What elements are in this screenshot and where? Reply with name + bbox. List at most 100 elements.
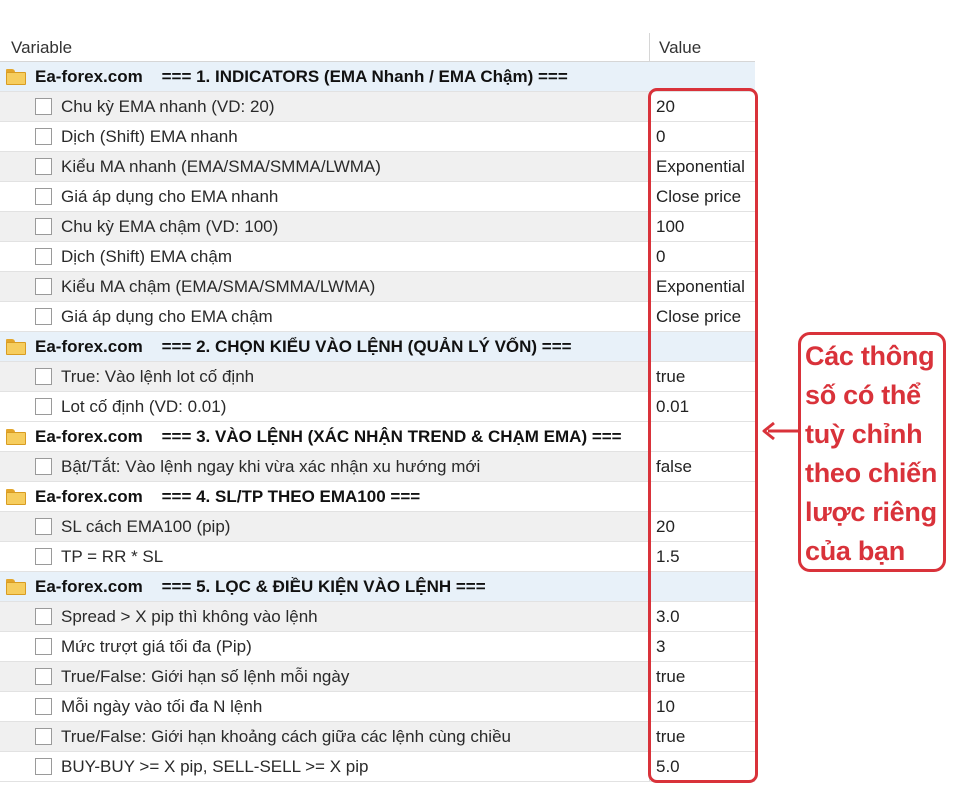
variable-label: Kiểu MA nhanh (EMA/SMA/SMMA/LWMA): [61, 156, 381, 176]
row-checkbox[interactable]: [35, 758, 52, 775]
inputs-table: Variable Value Ea-forex.com === 1. INDIC…: [0, 33, 755, 782]
arrow-left-icon: [762, 421, 798, 441]
variable-label: Lot cố định (VD: 0.01): [61, 396, 227, 416]
group-header-row[interactable]: Ea-forex.com === 3. VÀO LỆNH (XÁC NHẬN T…: [0, 422, 755, 452]
table-row[interactable]: Bật/Tắt: Vào lệnh ngay khi vừa xác nhận …: [0, 452, 755, 482]
folder-icon: [6, 338, 28, 355]
callout-box: Các thông số có thể tuỳ chỉnh theo chiến…: [798, 332, 946, 572]
row-checkbox[interactable]: [35, 98, 52, 115]
callout-line: tuỳ chỉnh: [805, 419, 923, 449]
folder-icon: [6, 428, 28, 445]
row-checkbox[interactable]: [35, 518, 52, 535]
variable-cell: Bật/Tắt: Vào lệnh ngay khi vừa xác nhận …: [0, 452, 650, 481]
variable-label: Mỗi ngày vào tối đa N lệnh: [61, 696, 263, 716]
callout-line: theo chiến: [805, 458, 938, 488]
table-header: Variable Value: [0, 33, 755, 62]
callout-line: Các thông: [805, 341, 935, 371]
group-title: Ea-forex.com === 5. LỌC & ĐIỀU KIỆN VÀO …: [35, 576, 486, 596]
variable-cell: Mỗi ngày vào tối đa N lệnh: [0, 692, 650, 721]
variable-label: SL cách EMA100 (pip): [61, 516, 231, 536]
table-row[interactable]: Mức trượt giá tối đa (Pip) 3: [0, 632, 755, 662]
variable-cell: Giá áp dụng cho EMA nhanh: [0, 182, 650, 211]
variable-cell: True: Vào lệnh lot cố định: [0, 362, 650, 391]
group-title: Ea-forex.com === 1. INDICATORS (EMA Nhan…: [35, 66, 568, 86]
variable-label: Mức trượt giá tối đa (Pip): [61, 636, 252, 656]
group-title: Ea-forex.com === 3. VÀO LỆNH (XÁC NHẬN T…: [35, 426, 622, 446]
variable-label: True/False: Giới hạn khoảng cách giữa cá…: [61, 726, 511, 746]
column-header-value[interactable]: Value: [650, 33, 755, 61]
table-row[interactable]: SL cách EMA100 (pip) 20: [0, 512, 755, 542]
variable-label: BUY-BUY >= X pip, SELL-SELL >= X pip: [61, 756, 369, 776]
table-row[interactable]: Spread > X pip thì không vào lệnh 3.0: [0, 602, 755, 632]
table-row[interactable]: Lot cố định (VD: 0.01) 0.01: [0, 392, 755, 422]
table-row[interactable]: Dịch (Shift) EMA nhanh 0: [0, 122, 755, 152]
row-checkbox[interactable]: [35, 368, 52, 385]
variable-cell: Dịch (Shift) EMA nhanh: [0, 122, 650, 151]
variable-label: Dịch (Shift) EMA chậm: [61, 246, 232, 266]
variable-label: Chu kỳ EMA nhanh (VD: 20): [61, 96, 275, 116]
folder-icon: [6, 488, 28, 505]
table-row[interactable]: Giá áp dụng cho EMA chậm Close price: [0, 302, 755, 332]
table-row[interactable]: True: Vào lệnh lot cố định true: [0, 362, 755, 392]
group-title: Ea-forex.com === 2. CHỌN KIỂU VÀO LỆNH (…: [35, 336, 572, 356]
row-checkbox[interactable]: [35, 218, 52, 235]
group-header-row[interactable]: Ea-forex.com === 2. CHỌN KIỂU VÀO LỆNH (…: [0, 332, 755, 362]
row-checkbox[interactable]: [35, 308, 52, 325]
table-row[interactable]: Chu kỳ EMA chậm (VD: 100) 100: [0, 212, 755, 242]
row-checkbox[interactable]: [35, 188, 52, 205]
variable-label: TP = RR * SL: [61, 546, 164, 566]
row-checkbox[interactable]: [35, 458, 52, 475]
variable-cell: Lot cố định (VD: 0.01): [0, 392, 650, 421]
row-checkbox[interactable]: [35, 638, 52, 655]
variable-cell: Chu kỳ EMA nhanh (VD: 20): [0, 92, 650, 121]
variable-cell: SL cách EMA100 (pip): [0, 512, 650, 541]
variable-cell: Spread > X pip thì không vào lệnh: [0, 602, 650, 631]
row-checkbox[interactable]: [35, 398, 52, 415]
group-header-row[interactable]: Ea-forex.com === 5. LỌC & ĐIỀU KIỆN VÀO …: [0, 572, 755, 602]
row-checkbox[interactable]: [35, 698, 52, 715]
table-row[interactable]: Kiểu MA chậm (EMA/SMA/SMMA/LWMA) Exponent…: [0, 272, 755, 302]
variable-label: Giá áp dụng cho EMA nhanh: [61, 186, 279, 206]
variable-label: Dịch (Shift) EMA nhanh: [61, 126, 238, 146]
row-checkbox[interactable]: [35, 608, 52, 625]
value-column-highlight-box: [648, 88, 758, 783]
group-header-row[interactable]: Ea-forex.com === 4. SL/TP THEO EMA100 ==…: [0, 482, 755, 512]
row-checkbox[interactable]: [35, 668, 52, 685]
row-checkbox[interactable]: [35, 548, 52, 565]
table-row[interactable]: True/False: Giới hạn số lệnh mỗi ngày tru…: [0, 662, 755, 692]
variable-label: True: Vào lệnh lot cố định: [61, 366, 255, 386]
group-header-row[interactable]: Ea-forex.com === 1. INDICATORS (EMA Nhan…: [0, 62, 755, 92]
variable-label: True/False: Giới hạn số lệnh mỗi ngày: [61, 666, 350, 686]
table-row[interactable]: Giá áp dụng cho EMA nhanh Close price: [0, 182, 755, 212]
variable-cell: Chu kỳ EMA chậm (VD: 100): [0, 212, 650, 241]
variable-label: Spread > X pip thì không vào lệnh: [61, 606, 318, 626]
variable-cell: Kiểu MA nhanh (EMA/SMA/SMMA/LWMA): [0, 152, 650, 181]
table-row[interactable]: True/False: Giới hạn khoảng cách giữa cá…: [0, 722, 755, 752]
variable-cell: Kiểu MA chậm (EMA/SMA/SMMA/LWMA): [0, 272, 650, 301]
variable-cell: TP = RR * SL: [0, 542, 650, 571]
table-row[interactable]: Dịch (Shift) EMA chậm 0: [0, 242, 755, 272]
variable-cell: Giá áp dụng cho EMA chậm: [0, 302, 650, 331]
table-row[interactable]: Mỗi ngày vào tối đa N lệnh 10: [0, 692, 755, 722]
row-checkbox[interactable]: [35, 128, 52, 145]
table-body: Ea-forex.com === 1. INDICATORS (EMA Nhan…: [0, 62, 755, 782]
column-header-variable[interactable]: Variable: [0, 33, 650, 61]
row-checkbox[interactable]: [35, 158, 52, 175]
table-row[interactable]: BUY-BUY >= X pip, SELL-SELL >= X pip 5.0: [0, 752, 755, 782]
group-title: Ea-forex.com === 4. SL/TP THEO EMA100 ==…: [35, 486, 421, 506]
variable-cell: True/False: Giới hạn số lệnh mỗi ngày: [0, 662, 650, 691]
table-row[interactable]: Kiểu MA nhanh (EMA/SMA/SMMA/LWMA) Exponen…: [0, 152, 755, 182]
row-checkbox[interactable]: [35, 248, 52, 265]
variable-label: Chu kỳ EMA chậm (VD: 100): [61, 216, 279, 236]
variable-label: Kiểu MA chậm (EMA/SMA/SMMA/LWMA): [61, 276, 376, 296]
folder-icon: [6, 68, 28, 85]
row-checkbox[interactable]: [35, 728, 52, 745]
table-row[interactable]: Chu kỳ EMA nhanh (VD: 20) 20: [0, 92, 755, 122]
table-row[interactable]: TP = RR * SL 1.5: [0, 542, 755, 572]
callout-line: số có thể: [805, 380, 921, 410]
variable-label: Giá áp dụng cho EMA chậm: [61, 306, 273, 326]
row-checkbox[interactable]: [35, 278, 52, 295]
variable-cell: BUY-BUY >= X pip, SELL-SELL >= X pip: [0, 752, 650, 781]
variable-cell: Dịch (Shift) EMA chậm: [0, 242, 650, 271]
callout-line: của bạn: [805, 536, 905, 566]
